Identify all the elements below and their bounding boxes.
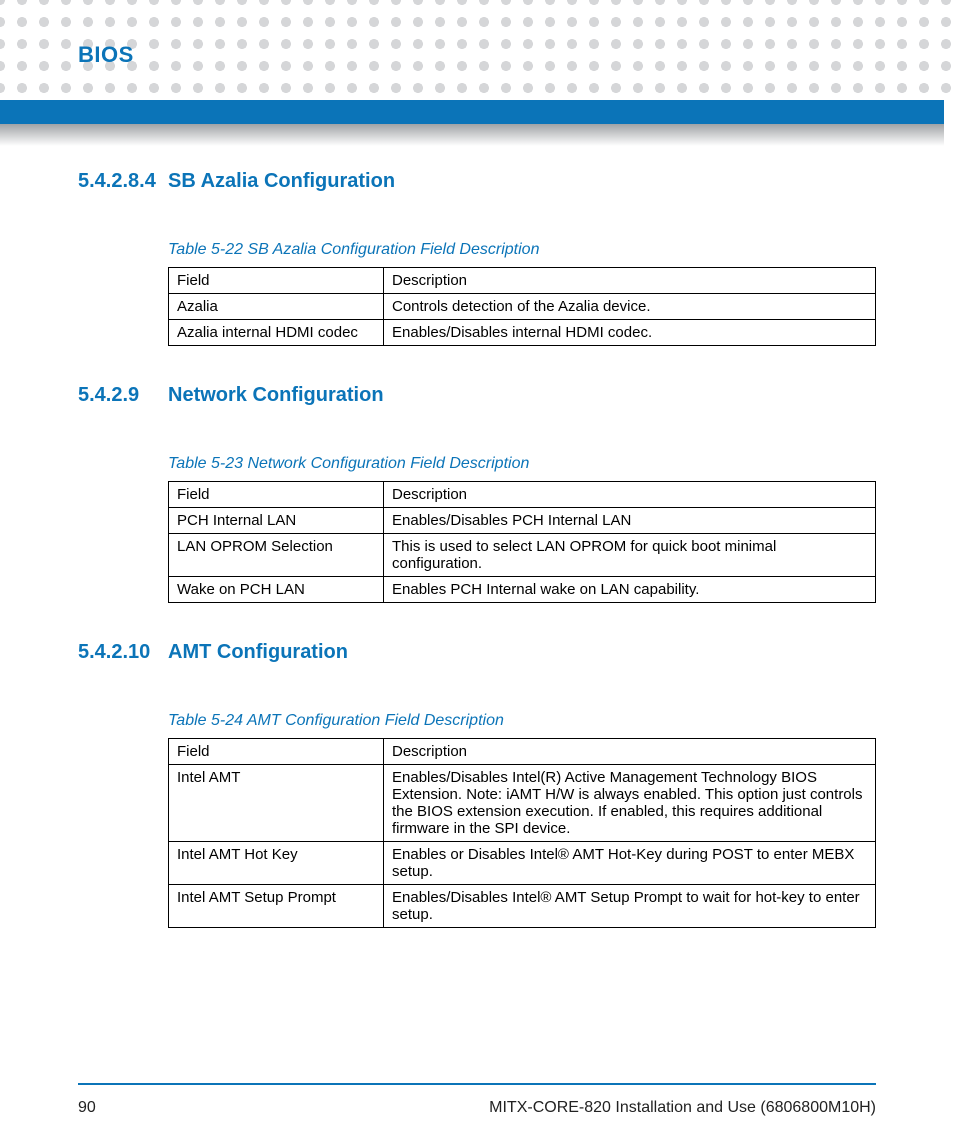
table-row: Field Description	[169, 482, 876, 508]
table-cell-desc: This is used to select LAN OPROM for qui…	[384, 534, 876, 577]
table-row: LAN OPROM Selection This is used to sele…	[169, 534, 876, 577]
document-id: MITX-CORE-820 Installation and Use (6806…	[489, 1099, 876, 1117]
page-content: 5.4.2.8.4 SB Azalia Configuration Table …	[78, 170, 876, 1065]
table-cell-field: LAN OPROM Selection	[169, 534, 384, 577]
table-caption: Table 5-24 AMT Configuration Field Descr…	[168, 712, 876, 730]
table-row: Azalia Controls detection of the Azalia …	[169, 294, 876, 320]
table-header-field: Field	[169, 482, 384, 508]
table-cell-field: PCH Internal LAN	[169, 508, 384, 534]
table-row: Wake on PCH LAN Enables PCH Internal wak…	[169, 577, 876, 603]
section-number: 5.4.2.10	[78, 641, 168, 664]
section-title: AMT Configuration	[168, 641, 348, 664]
table-row: Field Description	[169, 739, 876, 765]
field-table: Field Description Intel AMT Enables/Disa…	[168, 738, 876, 928]
section-heading: 5.4.2.8.4 SB Azalia Configuration	[78, 170, 876, 193]
section-heading: 5.4.2.9 Network Configuration	[78, 384, 876, 407]
table-caption: Table 5-22 SB Azalia Configuration Field…	[168, 241, 876, 259]
table-cell-field: Wake on PCH LAN	[169, 577, 384, 603]
header-blue-bar	[0, 100, 944, 124]
table-cell-desc: Enables/Disables Intel® AMT Setup Prompt…	[384, 885, 876, 928]
field-table: Field Description Azalia Controls detect…	[168, 267, 876, 346]
table-row: Intel AMT Setup Prompt Enables/Disables …	[169, 885, 876, 928]
table-cell-field: Intel AMT	[169, 765, 384, 842]
page-header: BIOS	[0, 0, 954, 68]
table-cell-desc: Enables PCH Internal wake on LAN capabil…	[384, 577, 876, 603]
table-cell-desc: Enables/Disables Intel(R) Active Managem…	[384, 765, 876, 842]
page-number: 90	[78, 1099, 96, 1117]
table-cell-desc: Enables or Disables Intel® AMT Hot-Key d…	[384, 842, 876, 885]
table-header-desc: Description	[384, 739, 876, 765]
section-number: 5.4.2.8.4	[78, 170, 168, 193]
footer-divider	[78, 1083, 876, 1085]
header-gradient-bar	[0, 124, 944, 146]
table-cell-desc: Controls detection of the Azalia device.	[384, 294, 876, 320]
section-number: 5.4.2.9	[78, 384, 168, 407]
table-cell-field: Azalia	[169, 294, 384, 320]
table-header-desc: Description	[384, 268, 876, 294]
table-cell-desc: Enables/Disables internal HDMI codec.	[384, 320, 876, 346]
table-header-field: Field	[169, 268, 384, 294]
table-header-desc: Description	[384, 482, 876, 508]
table-cell-field: Intel AMT Hot Key	[169, 842, 384, 885]
table-row: Field Description	[169, 268, 876, 294]
section-title: SB Azalia Configuration	[168, 170, 395, 193]
table-cell-desc: Enables/Disables PCH Internal LAN	[384, 508, 876, 534]
table-header-field: Field	[169, 739, 384, 765]
table-cell-field: Intel AMT Setup Prompt	[169, 885, 384, 928]
table-row: Intel AMT Hot Key Enables or Disables In…	[169, 842, 876, 885]
table-row: Azalia internal HDMI codec Enables/Disab…	[169, 320, 876, 346]
table-caption: Table 5-23 Network Configuration Field D…	[168, 455, 876, 473]
field-table: Field Description PCH Internal LAN Enabl…	[168, 481, 876, 603]
table-cell-field: Azalia internal HDMI codec	[169, 320, 384, 346]
table-row: PCH Internal LAN Enables/Disables PCH In…	[169, 508, 876, 534]
section-heading: 5.4.2.10 AMT Configuration	[78, 641, 876, 664]
table-row: Intel AMT Enables/Disables Intel(R) Acti…	[169, 765, 876, 842]
section-title: Network Configuration	[168, 384, 384, 407]
page-header-title: BIOS	[78, 42, 954, 68]
page-footer: 90 MITX-CORE-820 Installation and Use (6…	[78, 1099, 876, 1117]
